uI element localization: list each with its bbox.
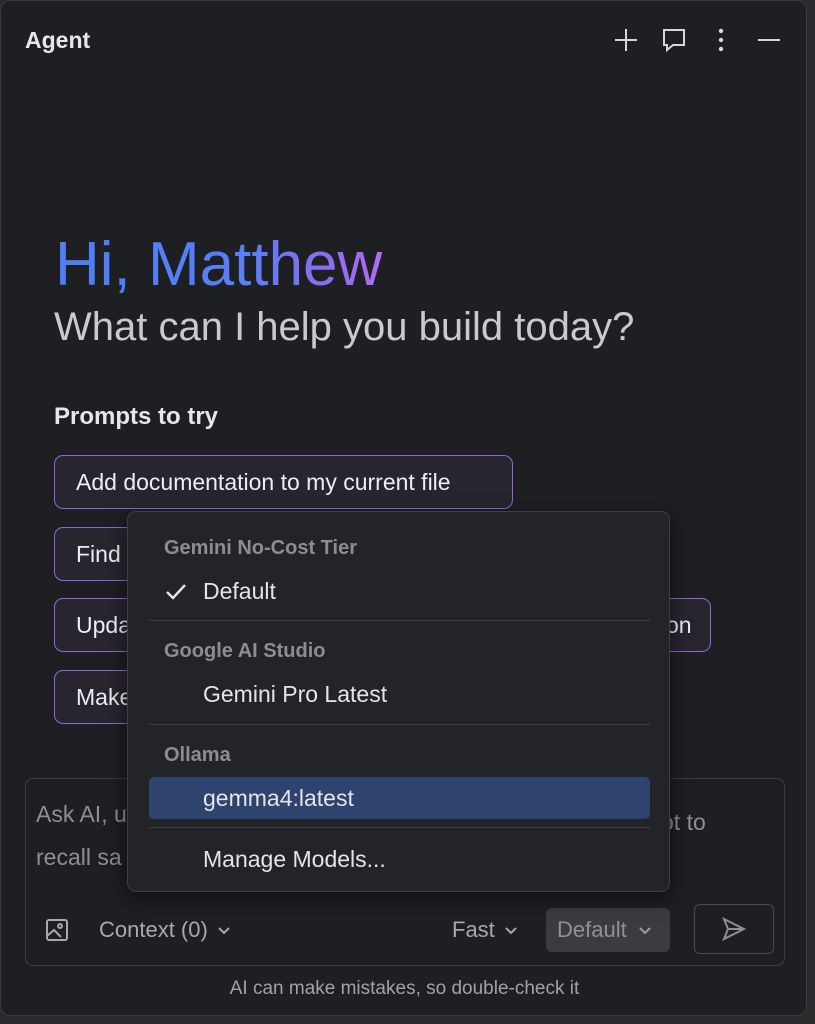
menu-divider <box>149 827 650 828</box>
speed-dropdown[interactable]: Fast <box>452 917 519 943</box>
prompt-chip-label: Make <box>76 683 133 710</box>
greeting: Hi, Matthew <box>55 227 382 303</box>
greeting-subtitle: What can I help you build today? <box>54 305 635 349</box>
checkmark-icon <box>165 581 187 608</box>
more-vertical-icon[interactable] <box>706 25 736 55</box>
menu-item-label: Manage Models... <box>203 845 386 872</box>
send-icon <box>722 916 747 942</box>
chevron-down-icon <box>639 927 651 935</box>
menu-divider <box>149 620 650 621</box>
prompts-title: Prompts to try <box>54 403 219 430</box>
menu-item-manage-models[interactable]: Manage Models... <box>149 838 650 880</box>
agent-panel: Agent Hi, Matthew What can I help you bu… <box>0 0 807 1016</box>
menu-group-label: Gemini No-Cost Tier <box>164 537 357 559</box>
menu-item-gemma4-latest[interactable]: gemma4:latest <box>149 777 650 819</box>
model-selector-button[interactable]: Default <box>546 908 670 952</box>
model-selector-label: Default <box>557 917 627 942</box>
menu-item-default[interactable]: Default <box>149 570 650 612</box>
disclaimer: AI can make mistakes, so double-check it <box>229 978 580 999</box>
minimize-icon[interactable] <box>754 25 784 55</box>
plus-icon[interactable] <box>611 25 641 55</box>
prompt-chip-label: Find <box>76 540 121 567</box>
prompt-chip-documentation[interactable]: Add documentation to my current file <box>54 455 513 509</box>
menu-divider <box>149 724 650 725</box>
menu-item-label: Gemini Pro Latest <box>203 680 388 707</box>
panel-title: Agent <box>25 27 91 53</box>
prompt-chip-label: Add documentation to my current file <box>76 468 451 495</box>
menu-group-label: Ollama <box>164 744 231 766</box>
chevron-down-icon <box>218 927 230 935</box>
prompt-chip-label: Upda <box>76 611 131 638</box>
context-dropdown[interactable]: Context (0) <box>99 917 232 943</box>
speed-label: Fast <box>452 917 495 942</box>
model-dropdown-menu: Gemini No-Cost Tier Default Google AI St… <box>127 511 670 892</box>
menu-item-label: Default <box>203 577 276 604</box>
menu-item-gemini-pro-latest[interactable]: Gemini Pro Latest <box>149 673 650 715</box>
context-label: Context (0) <box>99 917 208 942</box>
chat-icon[interactable] <box>659 25 689 55</box>
chevron-down-icon <box>505 927 517 935</box>
menu-item-label: gemma4:latest <box>203 784 354 811</box>
send-button[interactable] <box>694 904 774 954</box>
menu-group-label: Google AI Studio <box>164 640 326 662</box>
image-attach-icon[interactable] <box>45 918 69 942</box>
